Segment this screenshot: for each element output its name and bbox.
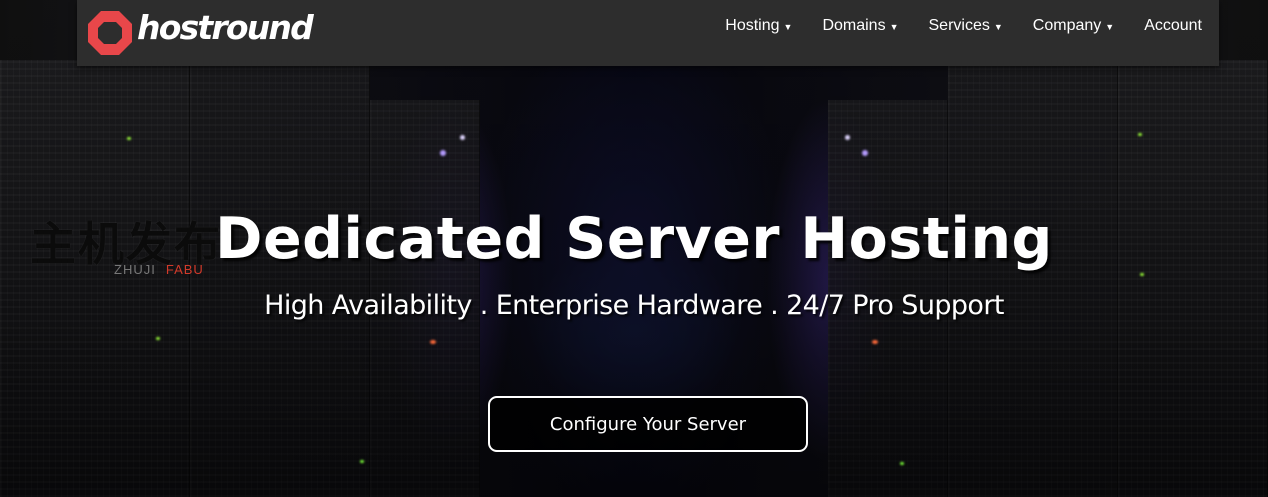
nav-item-label: Company [1032,17,1102,34]
status-light [872,340,878,344]
status-light [862,150,868,156]
brand-logo-link[interactable]: hostround [85,0,314,66]
caret-down-icon: ▼ [783,22,793,32]
status-light [845,135,850,140]
nav-item-domains[interactable]: Domains ▼ [807,17,913,35]
nav-item-services[interactable]: Services ▼ [914,17,1018,35]
nav-item-label: Services [928,17,990,34]
caret-down-icon: ▼ [1105,22,1115,32]
status-light [460,135,465,140]
status-light [156,337,160,340]
status-light [1140,273,1144,276]
nav-item-label: Hosting [725,17,780,34]
status-light [430,340,436,344]
brand-name: hostround [137,7,314,47]
nav-item-company[interactable]: Company ▼ [1018,17,1129,35]
octagon-ring-logo-icon [88,11,132,55]
nav-item-hosting[interactable]: Hosting ▼ [710,17,807,35]
nav-item-account[interactable]: Account [1129,17,1202,35]
hero-subtitle: High Availability . Enterprise Hardware … [264,290,1004,321]
caret-down-icon: ▼ [889,22,899,32]
status-light [1138,133,1142,136]
configure-server-button[interactable]: Configure Your Server [488,396,808,452]
status-light [127,137,131,140]
main-nav: Hosting ▼ Domains ▼ Services ▼ Company ▼ Acc… [710,0,1202,52]
status-light [440,150,446,156]
hero-title: Dedicated Server Hosting [215,206,1053,272]
status-light [900,462,904,465]
top-navbar: hostround Hosting ▼ Domains ▼ Services ▼ Co… [77,0,1219,66]
nav-item-label: Domains [822,17,886,34]
status-light [360,460,364,463]
cta-label: Configure Your Server [549,413,747,435]
caret-down-icon: ▼ [993,22,1003,32]
nav-item-label: Account [1144,17,1202,34]
